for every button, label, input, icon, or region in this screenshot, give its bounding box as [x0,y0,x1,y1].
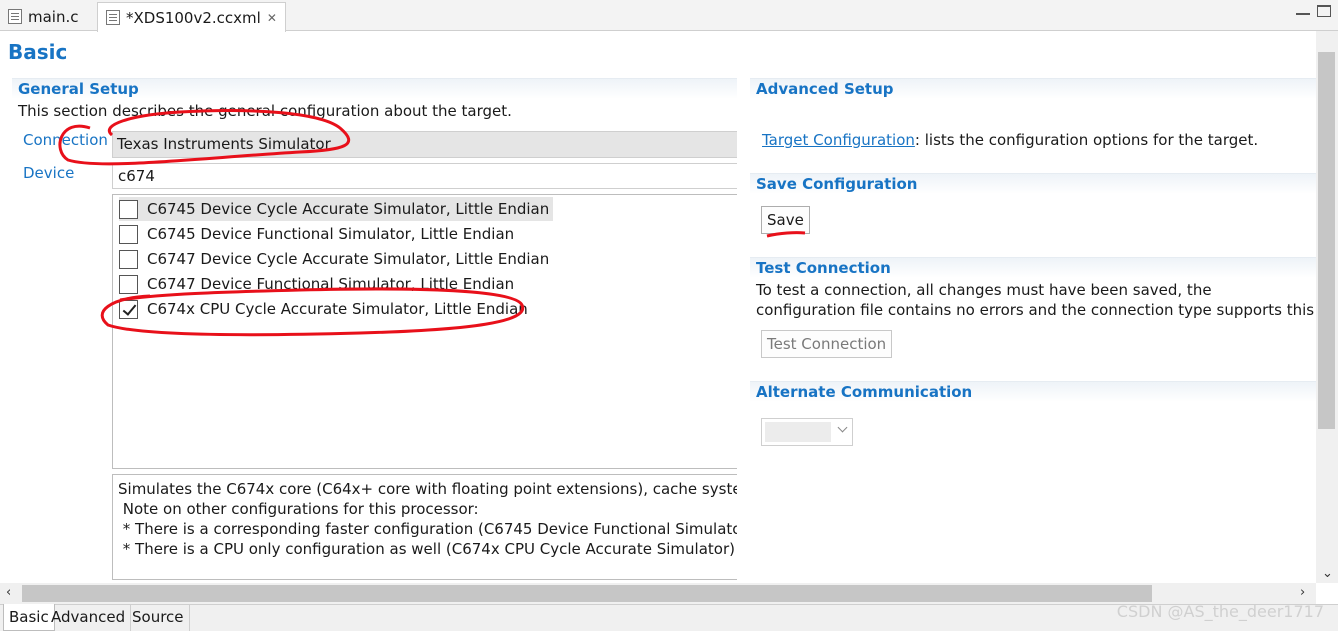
test-connection-button-label: Test Connection [767,335,887,353]
general-setup-description: This section describes the general confi… [18,102,512,120]
ccxml-file-icon [106,10,120,25]
description-line: Simulates the C674x core (C64x+ core wit… [118,480,737,498]
watermark: CSDN @AS_the_deer1717 [1116,602,1324,621]
general-setup-header: General Setup [12,78,737,99]
chevron-down-icon [837,422,848,433]
page-title: Basic [8,40,68,64]
device-item-label: C6745 Device Functional Simulator, Littl… [147,225,515,243]
device-description-box: Simulates the C674x core (C64x+ core wit… [112,474,737,580]
scroll-right-icon[interactable]: › [1300,585,1305,600]
device-item-label: C674x CPU Cycle Accurate Simulator, Litt… [147,300,528,318]
device-item[interactable]: C674x CPU Cycle Accurate Simulator, Litt… [119,297,532,321]
description-line: Note on other configurations for this pr… [118,500,479,518]
test-connection-button[interactable]: Test Connection [761,330,893,358]
alternate-communication-header: Alternate Communication [750,381,1316,402]
device-item-label: C6745 Device Cycle Accurate Simulator, L… [147,200,550,218]
connection-label: Connection [23,131,108,149]
device-item[interactable]: C6747 Device Cycle Accurate Simulator, L… [119,247,553,271]
c-file-icon [8,9,22,24]
maximize-icon[interactable] [1317,5,1331,17]
device-list: C6745 Device Cycle Accurate Simulator, L… [112,194,737,469]
tab-main-c[interactable]: main.c [0,2,87,31]
vertical-scroll-thumb[interactable] [1318,52,1335,429]
connection-value: Texas Instruments Simulator [117,135,331,153]
description-line: * There is a corresponding faster config… [118,520,737,538]
test-connection-text-2: configuration file contains no errors an… [756,301,1316,319]
target-configuration-link[interactable]: Target Configuration [762,131,915,149]
device-item-label: C6747 Device Cycle Accurate Simulator, L… [147,250,550,268]
save-configuration-header: Save Configuration [750,173,1316,194]
device-label: Device [23,164,75,182]
save-button[interactable]: Save [761,206,810,234]
test-connection-header: Test Connection [750,257,1316,278]
close-icon[interactable]: ✕ [267,11,277,25]
tab-xds100v2-ccxml[interactable]: *XDS100v2.ccxml ✕ [97,2,286,32]
alternate-communication-value [765,422,831,442]
device-checkbox[interactable] [119,249,138,269]
advanced-setup-suffix: : lists the configuration options for th… [914,131,1259,149]
minimize-icon[interactable] [1296,5,1310,15]
description-line: * There is a CPU only configuration as w… [118,540,737,558]
device-checkbox[interactable] [119,224,138,244]
test-connection-text-1: To test a connection, all changes must h… [756,281,1212,299]
device-filter-input[interactable]: c674 [112,163,737,189]
alternate-communication-select[interactable] [761,418,853,446]
advanced-setup-header: Advanced Setup [750,78,1316,99]
tab-label: main.c [28,7,79,26]
device-item-label: C6747 Device Functional Simulator, Littl… [147,275,515,293]
scroll-left-icon[interactable]: ‹ [6,585,11,600]
device-checkbox[interactable] [119,199,138,219]
device-item[interactable]: C6745 Device Cycle Accurate Simulator, L… [119,197,554,221]
save-button-label: Save [767,211,804,229]
device-checkbox-checked[interactable] [119,299,138,319]
tab-source[interactable]: Source [127,604,190,631]
tab-label: *XDS100v2.ccxml [126,8,261,27]
horizontal-scroll-thumb[interactable] [22,585,1152,602]
device-filter-value: c674 [118,167,155,185]
tab-advanced[interactable]: Advanced [46,604,132,631]
device-item[interactable]: C6745 Device Functional Simulator, Littl… [119,222,518,246]
device-checkbox[interactable] [119,274,138,294]
connection-select[interactable]: Texas Instruments Simulator [112,131,737,158]
device-item[interactable]: C6747 Device Functional Simulator, Littl… [119,272,518,296]
scroll-down-icon[interactable]: ⌄ [1322,566,1333,581]
advanced-setup-text: Target Configuration: lists the configur… [762,131,1258,149]
